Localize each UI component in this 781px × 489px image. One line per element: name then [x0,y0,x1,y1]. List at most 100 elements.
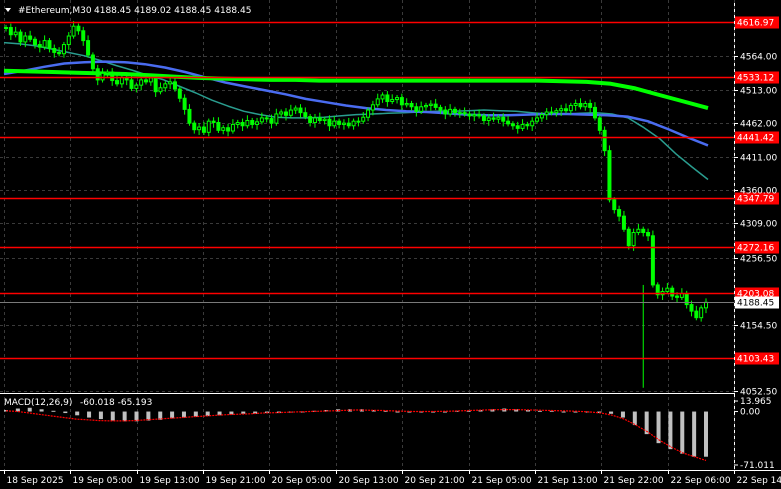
candle-body [312,117,317,123]
candle [510,121,515,130]
price-chart[interactable]: 4616.974533.124441.424347.794272.164203.… [0,0,781,489]
candle [612,197,617,214]
macd-hist-bar [241,411,246,414]
candle-body [158,87,163,93]
mt4-chart-window[interactable]: 4616.97 4533.12 4441.42 4347.79 4272.16 4203.… [0,0,781,489]
candle [520,119,525,131]
candle [37,40,42,53]
candle-body [404,102,409,106]
candle-body [308,116,313,123]
candle [28,30,33,42]
candle-body [153,77,158,93]
candle-body [535,117,540,122]
candle-body [100,72,105,81]
candle-body [119,76,124,85]
candle-body [211,120,216,123]
candle [100,68,105,83]
ma-fast-line [3,41,709,181]
candle [467,111,472,120]
candle [226,123,231,137]
candle-body [510,123,515,127]
candle [298,104,303,118]
price-tick-label: 4513.00 [740,87,777,97]
candle-body [481,115,486,122]
candle-body [621,215,626,230]
candle [317,112,322,124]
candle-body [322,118,327,122]
macd-hist-bar [39,409,44,412]
candle [61,41,66,58]
candle [443,106,448,120]
candle-body [332,120,337,127]
level-tag-label: 4103.43 [737,355,774,365]
candle [592,102,597,121]
candle [81,26,86,46]
candle [626,226,631,250]
candle-body [424,104,428,108]
candle [66,32,71,50]
candle-body [597,117,602,131]
candle-body [366,109,371,118]
candle-body [317,117,322,122]
candle [172,76,177,92]
candle-body [467,113,472,117]
candle-body [52,47,57,53]
symbol-label: #Ethereum,M30 [18,6,92,16]
candle [414,102,419,117]
candle-body [626,228,631,247]
candle-body [177,88,182,99]
candle-body [337,120,342,125]
candle-body [419,106,424,112]
candle [76,23,81,35]
candle-body [356,120,361,123]
macd-hist-bar [98,411,103,420]
candle-body [665,287,670,292]
candle-body [206,120,211,133]
candle-body [433,103,438,108]
candle-body [240,121,245,127]
candle-body [230,123,235,132]
macd-hist-bar [395,411,400,413]
macd-tick-label: 0.00 [740,408,760,418]
candle [390,94,395,105]
candle-body [380,94,385,100]
candle-body [351,120,356,127]
chevron-down-icon[interactable] [5,8,11,12]
candle-body [646,232,651,237]
candle-body [134,84,139,89]
candle [230,119,235,134]
candle [409,100,414,111]
macd-panel[interactable]: 13.9650.00 -71.011 [4,397,775,471]
candle-body [235,121,240,125]
candle-body [641,228,646,234]
candle-body [472,114,477,117]
candle-body [520,123,525,129]
candle-body [61,44,66,55]
candle-body [341,122,346,125]
price-tick-label: 4462.00 [740,120,777,130]
macd-hist-bar [51,410,56,412]
candle-body [23,35,28,43]
candle-body [8,27,13,36]
candle-body [592,106,597,119]
price-tick-label: 4154.50 [740,322,777,332]
candle-body [4,27,8,30]
candle-body [530,120,535,127]
candle [375,93,380,108]
candle [433,98,438,111]
candle-body [699,307,704,319]
candle [279,109,284,118]
candle [351,118,356,130]
candle-body [670,287,675,297]
level-tag-label: 4441.42 [737,134,774,144]
candle-body [32,38,37,46]
candle-body [506,120,511,125]
price-tick-label: 4360.00 [740,187,777,197]
candle [395,94,400,104]
macd-hist-bar [537,410,542,412]
candle-body [216,121,221,131]
candle-body [443,109,448,115]
candle [245,115,250,129]
candle-body [269,118,274,124]
candle-body [18,31,23,43]
